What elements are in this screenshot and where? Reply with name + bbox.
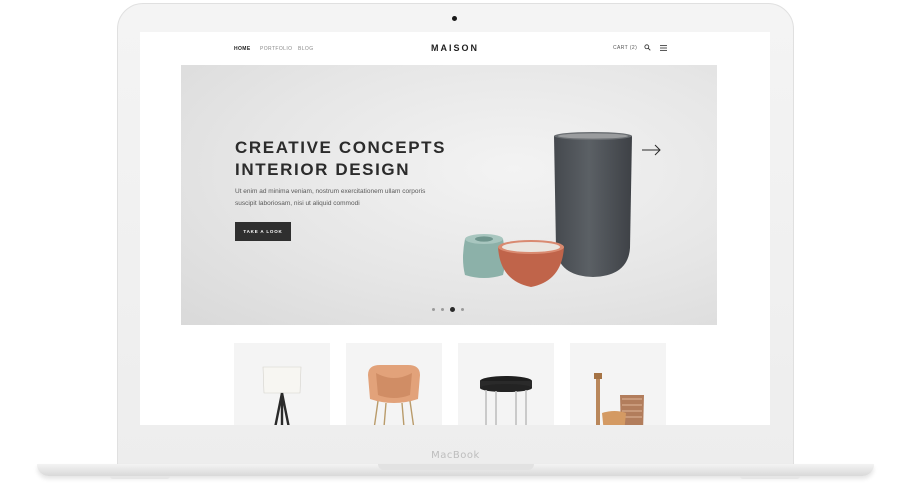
site-logo[interactable]: MAISON [140, 43, 770, 53]
laptop-screen: HOME PORTFOLIO BLOG MAISON CART (2) CREA… [140, 32, 770, 425]
hero-description: Ut enim ad minima veniam, nostrum exerci… [235, 188, 426, 207]
slider-dot-4[interactable] [461, 308, 464, 311]
slider-dot-1[interactable] [432, 308, 435, 311]
site-nav: HOME PORTFOLIO BLOG MAISON CART (2) [140, 32, 770, 65]
slider-dot-3[interactable] [450, 307, 455, 312]
vases-icon [594, 373, 644, 425]
hero-title: CREATIVE CONCEPTS INTERIOR DESIGN [235, 137, 446, 181]
side-table-icon [480, 376, 532, 425]
take-a-look-button[interactable]: TAKE A LOOK [235, 222, 291, 241]
hamburger-menu-icon[interactable] [660, 45, 667, 51]
arrow-right-icon[interactable] [642, 144, 662, 156]
floor-lamp-icon [262, 366, 302, 425]
hero-title-line2: INTERIOR DESIGN [235, 160, 411, 179]
terracotta-bowl-image [498, 240, 564, 287]
search-icon[interactable] [644, 44, 651, 51]
product-card-chair[interactable] [346, 343, 442, 425]
product-card-side-table[interactable] [458, 343, 554, 425]
macbook-label: MacBook [431, 450, 480, 461]
armchair-icon [368, 365, 420, 425]
cart-link[interactable]: CART (2) [613, 45, 637, 51]
laptop-foot [740, 476, 800, 479]
product-card-lamp[interactable] [234, 343, 330, 425]
product-card-vases[interactable] [570, 343, 666, 425]
camera-icon [452, 16, 457, 21]
laptop-foot [110, 476, 170, 479]
hero-slider: CREATIVE CONCEPTS INTERIOR DESIGN Ut eni… [181, 65, 717, 325]
laptop-hinge-notch [378, 464, 534, 470]
hero-title-line1: CREATIVE CONCEPTS [235, 138, 447, 157]
slider-dot-2[interactable] [441, 308, 444, 311]
